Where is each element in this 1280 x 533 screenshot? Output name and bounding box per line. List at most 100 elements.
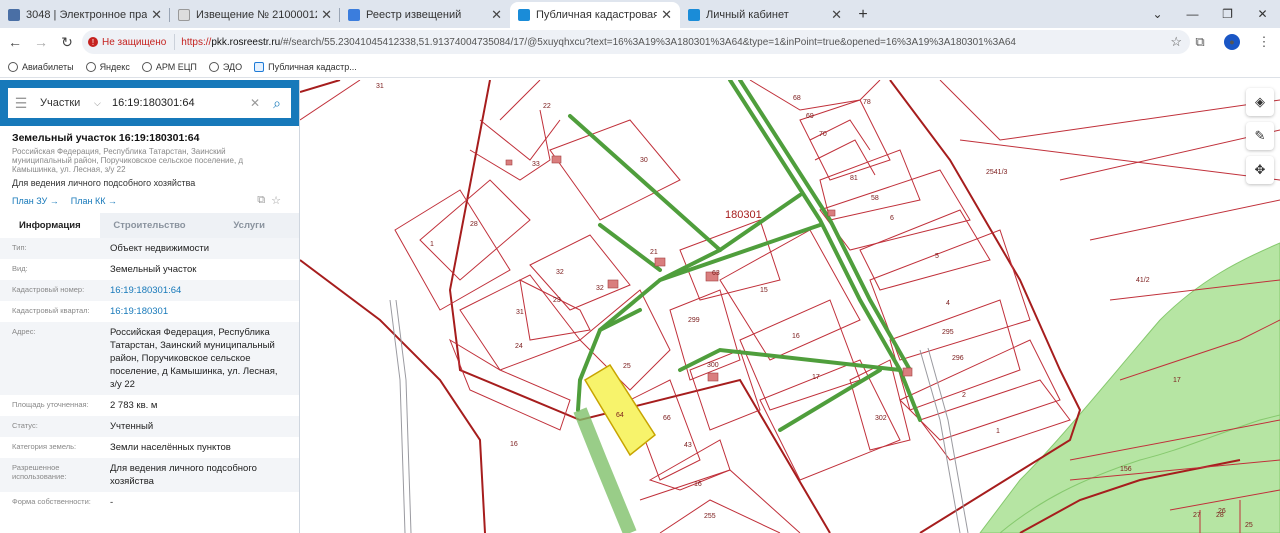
parcel-number-label: 41/2 <box>1136 277 1150 284</box>
parcel-number-label: 21 <box>650 249 658 256</box>
tab-close-icon[interactable]: ✕ <box>831 7 842 23</box>
bookmark-label: ЭДО <box>222 61 243 72</box>
info-key: Площадь уточненная: <box>12 400 89 409</box>
parcel-number-label: 5 <box>935 253 939 260</box>
bookmark-star-icon[interactable]: ☆ <box>1170 34 1182 50</box>
info-key: Тип: <box>12 243 27 252</box>
parcel-outline <box>448 338 571 431</box>
tab-close-icon[interactable]: ✕ <box>661 7 672 23</box>
parcel-outline <box>459 274 581 371</box>
info-value: 2 783 кв. м <box>110 400 158 411</box>
info-rows: Тип: Объект недвижимости Вид: Земельный уч… <box>0 238 299 513</box>
info-row: Кадастровый номер: 16:19:180301:64 <box>0 280 299 301</box>
copy-icon[interactable]: ⧉ <box>257 194 265 207</box>
parcel-number-label: 1 <box>430 241 434 248</box>
building <box>654 257 666 267</box>
road-edge <box>389 299 406 533</box>
info-value: Учтенный <box>110 421 154 432</box>
parcel-outline <box>749 80 881 111</box>
url-text[interactable]: https://pkk.rosreestr.ru/#/search/55.230… <box>181 37 1016 48</box>
browser-tab[interactable]: Извещение № 210000125000 ✕ <box>170 2 340 28</box>
tab-information[interactable]: Информация <box>0 213 100 238</box>
parcel-number-label: 2 <box>962 392 966 399</box>
browser-tabstrip: 3048 | Электронное правител ✕ Извещение … <box>0 0 1280 28</box>
clear-icon[interactable]: ✕ <box>247 96 263 110</box>
window-controls: ⌄ — ❐ ✕ <box>1140 0 1280 28</box>
cadastral-number-link[interactable]: 16:19:180301:64 <box>110 284 287 297</box>
info-value: Земли населённых пунктов <box>110 442 231 453</box>
search-type-select[interactable]: Участки <box>34 97 94 109</box>
plan-kk-link[interactable]: План КК → <box>71 196 117 206</box>
search-input[interactable]: 16:19:180301:64 <box>108 97 247 109</box>
back-icon[interactable]: ← <box>2 34 28 50</box>
browser-tab[interactable]: 3048 | Электронное правител ✕ <box>0 2 170 28</box>
new-tab-button[interactable]: + <box>850 2 876 28</box>
tab-favicon-icon <box>178 9 190 21</box>
browser-tab[interactable]: Реестр извещений ✕ <box>340 2 510 28</box>
minimize-icon[interactable]: — <box>1175 0 1210 28</box>
layers-button[interactable]: ◈ <box>1246 88 1274 116</box>
parcel-outline <box>814 139 876 176</box>
parcel-number-label: 1 <box>996 428 1000 435</box>
browser-tab[interactable]: Личный кабинет ✕ <box>680 2 850 28</box>
plan-zu-link[interactable]: План ЗУ → <box>12 196 59 206</box>
ruler-button[interactable]: ✎ <box>1246 122 1274 150</box>
parcel-number-label: 66 <box>663 415 671 422</box>
browser-menu-icon[interactable]: ⋮ <box>1248 34 1280 50</box>
bookmark-item[interactable]: Публичная кадастр... <box>254 61 357 72</box>
building <box>505 159 513 166</box>
parcel-number-label: 33 <box>532 161 540 168</box>
menu-icon[interactable]: ☰ <box>8 95 34 112</box>
tab-construction[interactable]: Строительство <box>100 213 200 238</box>
parcel-number-label: 25 <box>623 363 631 370</box>
bookmark-item[interactable]: ЭДО <box>208 61 243 72</box>
utility-corridor <box>658 223 822 282</box>
object-use: Для ведения личного подсобного хозяйства <box>12 178 196 188</box>
bookmark-item[interactable]: Авиабилеты <box>8 61 74 72</box>
chevron-down-icon[interactable]: ⌵ <box>94 98 108 109</box>
forward-icon[interactable]: → <box>28 34 54 50</box>
cadastral-map[interactable]: 31 22 30 33 28 1 21 32 23 32 31 24 25 63 15 299 300 16 17 6… <box>300 80 1280 533</box>
parcel-number-label: 295 <box>942 329 954 336</box>
info-key: Статус: <box>12 421 38 430</box>
parcel-outline <box>819 169 971 251</box>
building <box>827 209 836 217</box>
tab-close-icon[interactable]: ✕ <box>491 7 502 23</box>
restore-icon[interactable]: ❐ <box>1210 0 1245 28</box>
cadastral-quarter-link[interactable]: 16:19:180301 <box>110 305 287 318</box>
parcel-number-label: 24 <box>515 343 523 350</box>
tab-close-icon[interactable]: ✕ <box>321 7 332 23</box>
parcel-number-label: 25 <box>1245 522 1253 529</box>
bookmark-label: АРМ ЕЦП <box>155 61 197 72</box>
building <box>551 155 562 164</box>
favorite-star-icon[interactable]: ☆ <box>271 194 281 207</box>
search-icon[interactable]: ⌕ <box>263 95 291 112</box>
bookmark-item[interactable]: Яндекс <box>85 61 130 72</box>
bookmark-label: Авиабилеты <box>22 61 74 72</box>
tab-close-icon[interactable]: ✕ <box>151 7 162 23</box>
reload-icon[interactable]: ↻ <box>54 34 80 51</box>
not-secure-label: Не защищено <box>102 36 167 48</box>
plan-links: План ЗУ → План КК → ⧉ ☆ <box>12 194 287 207</box>
info-value: Земельный участок <box>110 264 197 275</box>
address-bar[interactable]: ! Не защищено https://pkk.rosreestr.ru/#/… <box>82 30 1190 54</box>
tab-title: Публичная кадастровая карта <box>536 9 658 21</box>
parcel-number-label: 30 <box>640 157 648 164</box>
tab-services[interactable]: Услуги <box>199 213 299 238</box>
browser-tab-active[interactable]: Публичная кадастровая карта ✕ <box>510 2 680 28</box>
tab-search-icon[interactable]: ⌄ <box>1140 0 1175 28</box>
warning-icon: ! <box>88 37 98 47</box>
close-window-icon[interactable]: ✕ <box>1245 0 1280 28</box>
parcel-number-label: 68 <box>793 95 801 102</box>
quarter-label: 180301 <box>725 209 762 221</box>
map-canvas[interactable]: 3122303328121322332312425631529930016176… <box>300 80 1280 533</box>
object-address: Российская Федерация, Республика Татарст… <box>12 147 244 174</box>
info-tabs: Информация Строительство Услуги <box>0 213 299 238</box>
parcel-outline <box>659 499 781 533</box>
profile-avatar-icon[interactable]: ● <box>1224 34 1240 50</box>
extensions-icon[interactable]: ⧉ <box>1184 34 1216 50</box>
road-edge <box>927 347 969 533</box>
locate-button[interactable]: ✥ <box>1246 156 1274 184</box>
security-indicator[interactable]: ! Не защищено <box>82 34 176 50</box>
bookmark-item[interactable]: АРМ ЕЦП <box>141 61 197 72</box>
